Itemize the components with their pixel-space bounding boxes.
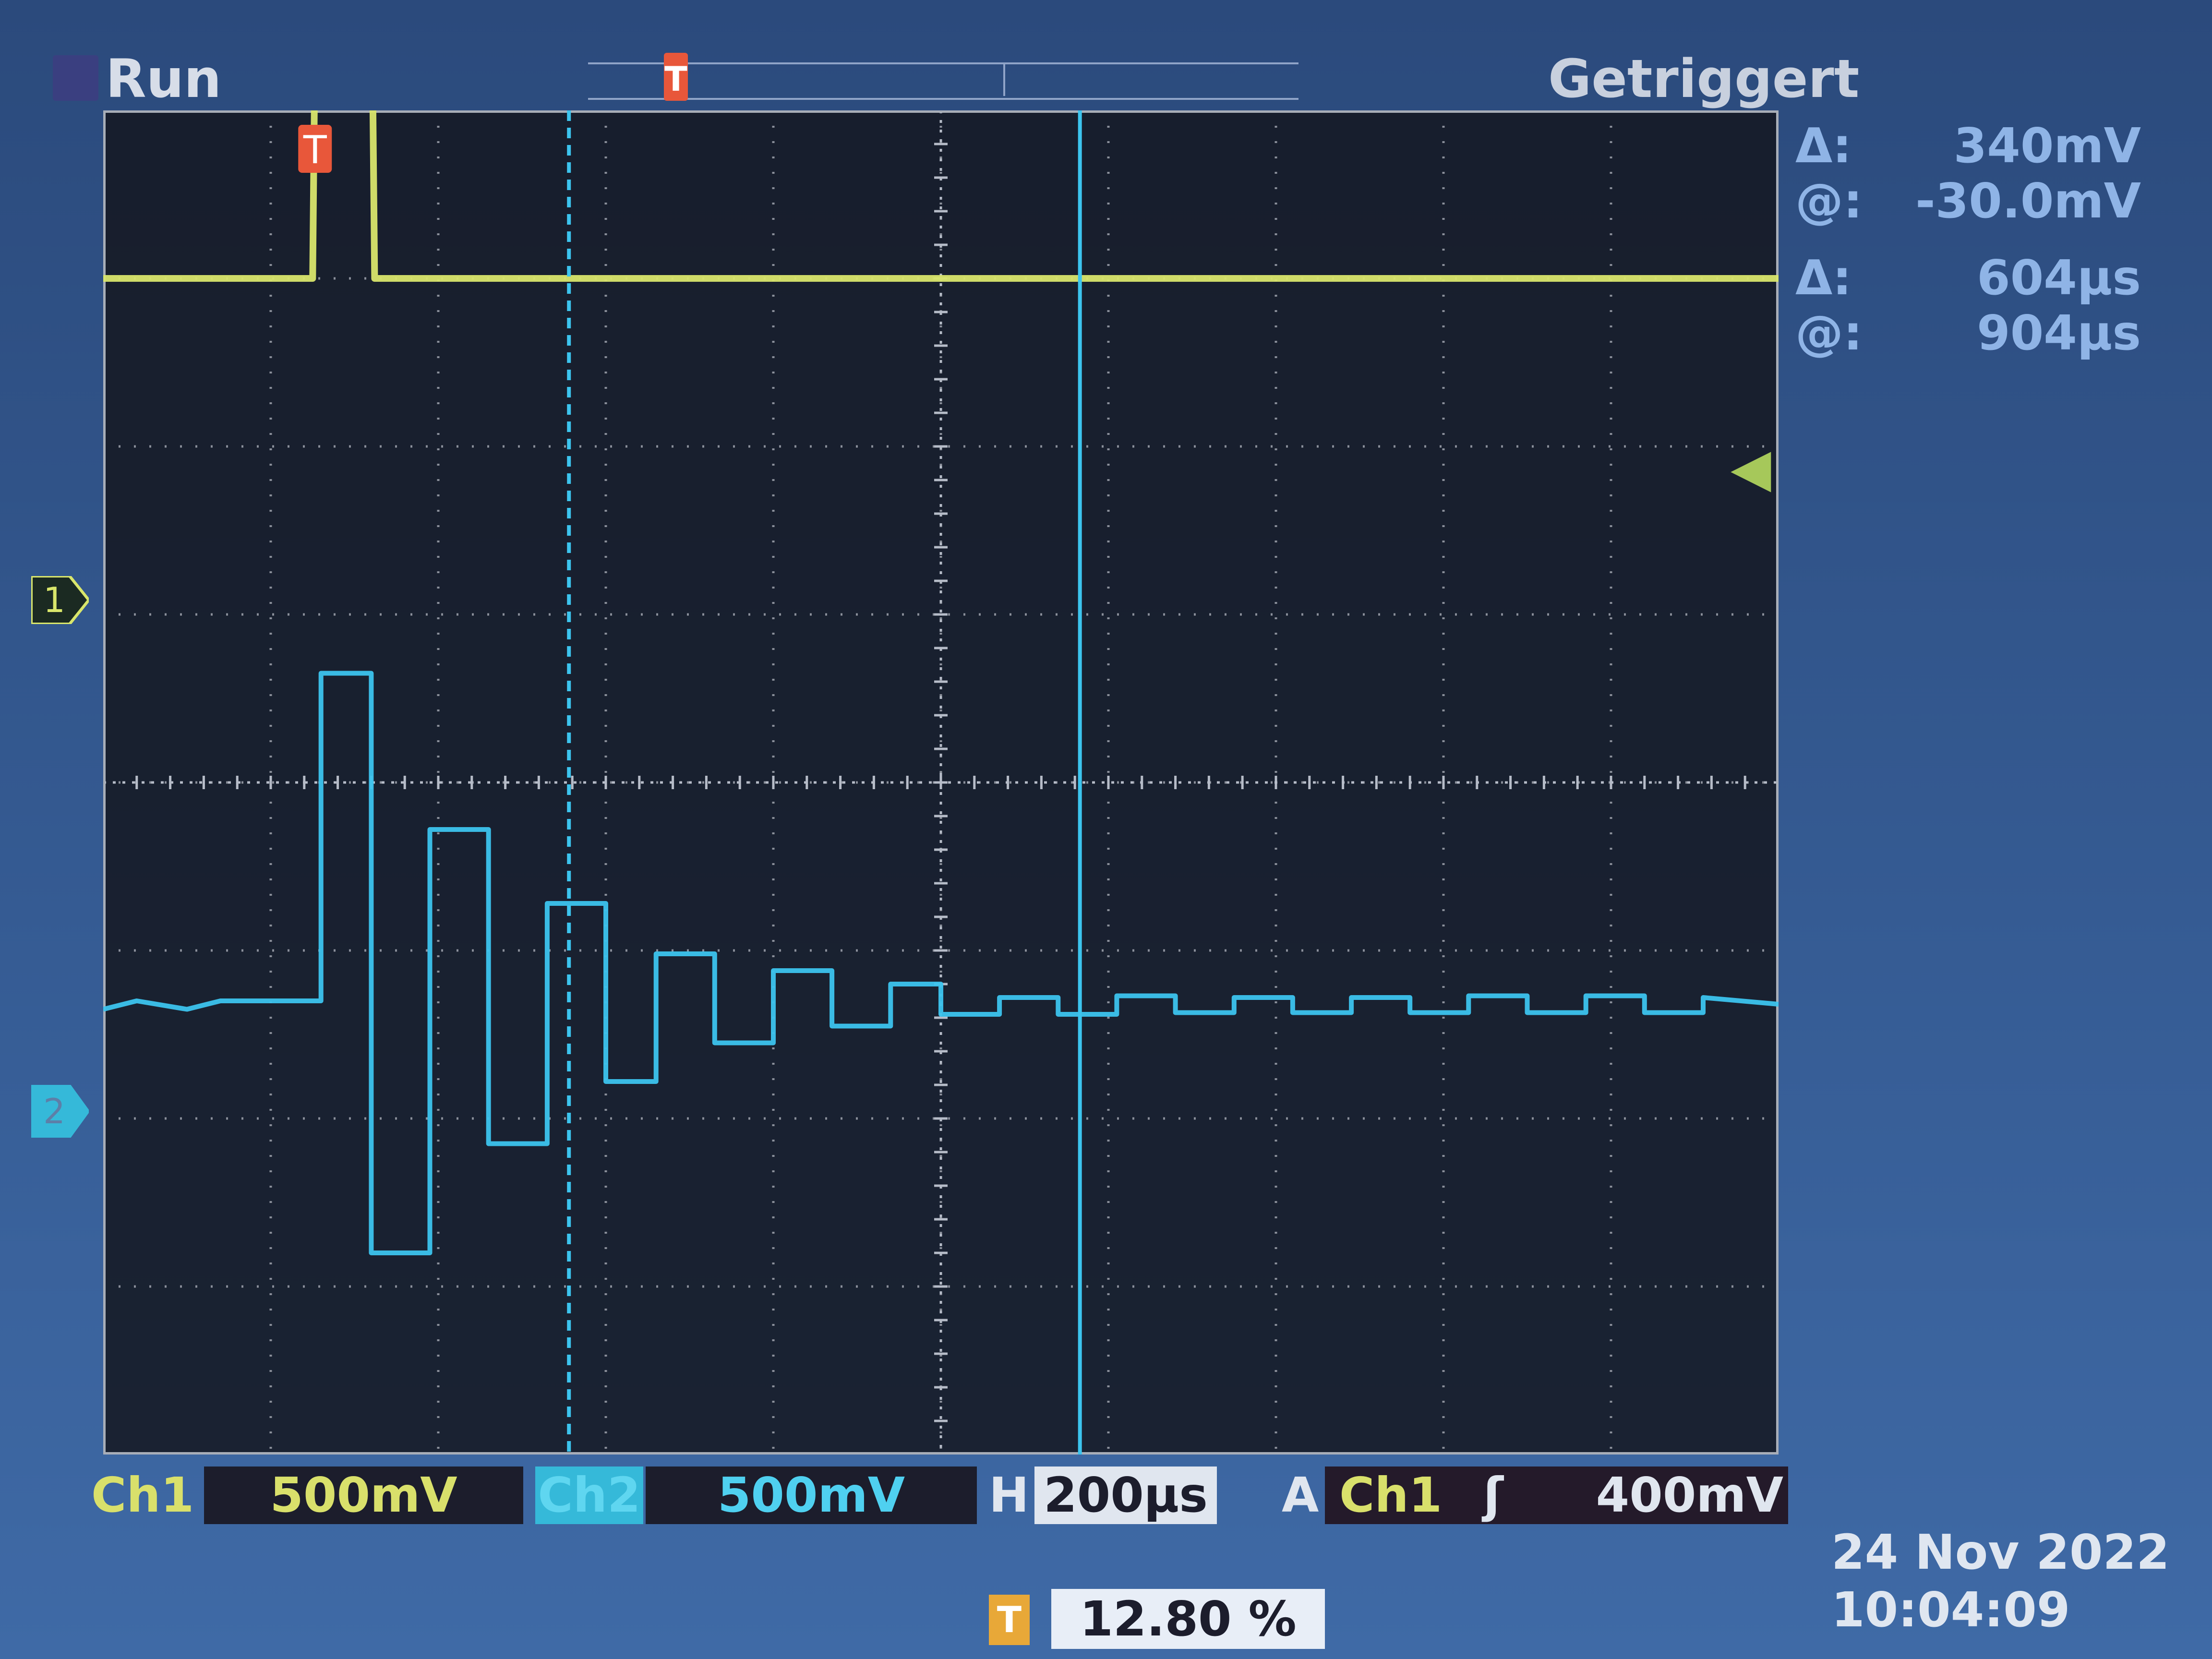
- trigger-position-value[interactable]: 12.80 %: [1051, 1589, 1325, 1649]
- trigger-position-icon: T: [989, 1595, 1030, 1645]
- at-icon: @:: [1795, 305, 1863, 361]
- trigger-level: 400mV: [1596, 1467, 1783, 1523]
- trigger-point-marker: T: [298, 125, 332, 173]
- delta-icon: Δ:: [1795, 118, 1852, 174]
- horizontal-label: H: [989, 1467, 1029, 1523]
- ch1-marker-label: 1: [43, 580, 65, 620]
- ch2-ground-marker[interactable]: 2: [31, 1085, 89, 1138]
- ch1-ground-marker[interactable]: 1: [31, 576, 89, 624]
- ch2-label[interactable]: Ch2: [535, 1467, 643, 1524]
- time-label: 10:04:09: [1831, 1582, 2070, 1638]
- trigger-source: Ch1: [1339, 1467, 1443, 1523]
- waveform-graticule: T: [103, 110, 1779, 1455]
- tek-logo: [53, 55, 98, 101]
- trigger-point-label: T: [303, 128, 327, 172]
- ch1-label[interactable]: Ch1: [91, 1467, 194, 1524]
- ch2-scale[interactable]: 500mV: [646, 1467, 977, 1524]
- trigger-status-label: Getriggert: [1548, 48, 1860, 109]
- horizontal-scale[interactable]: 200µs: [1034, 1467, 1217, 1524]
- settings-bar: Ch1 500mV Ch2 500mV H 200µs A Ch1 ʃ 400m…: [86, 1467, 1795, 1529]
- amplitude-at-row: @: -30.0mV: [1795, 173, 2141, 229]
- run-state-label[interactable]: Run: [106, 48, 221, 109]
- ch1-scale[interactable]: 500mV: [204, 1467, 523, 1524]
- trigger-mode-label: A: [1282, 1467, 1319, 1523]
- trigger-position-marker-top: T: [664, 53, 688, 101]
- trigger-level-arrow-icon[interactable]: ◀: [1731, 437, 1771, 498]
- ch2-marker-label: 2: [43, 1091, 65, 1131]
- oscilloscope-screen: Run T Getriggert T Δ: 340mV @: -30.0mV Δ…: [0, 0, 2212, 1659]
- time-delta-value: 604µs: [1977, 250, 2141, 306]
- time-at-value: 904µs: [1977, 305, 2141, 361]
- record-view-window: [1003, 62, 1298, 96]
- amplitude-at-value: -30.0mV: [1915, 173, 2141, 229]
- delta-icon: Δ:: [1795, 250, 1852, 306]
- time-delta-row: Δ: 604µs: [1795, 250, 2141, 306]
- rising-edge-icon: ʃ: [1483, 1467, 1503, 1523]
- at-icon: @:: [1795, 173, 1863, 229]
- waveform-plot: T: [103, 110, 1779, 1455]
- trigger-settings[interactable]: Ch1 ʃ 400mV: [1325, 1467, 1788, 1524]
- amplitude-delta-row: Δ: 340mV: [1795, 118, 2141, 174]
- date-label: 24 Nov 2022: [1831, 1524, 2170, 1580]
- amplitude-delta-value: 340mV: [1953, 118, 2141, 174]
- cursor-readouts: Δ: 340mV @: -30.0mV Δ: 604µs @: 904µs: [1795, 118, 2141, 361]
- time-at-row: @: 904µs: [1795, 305, 2141, 361]
